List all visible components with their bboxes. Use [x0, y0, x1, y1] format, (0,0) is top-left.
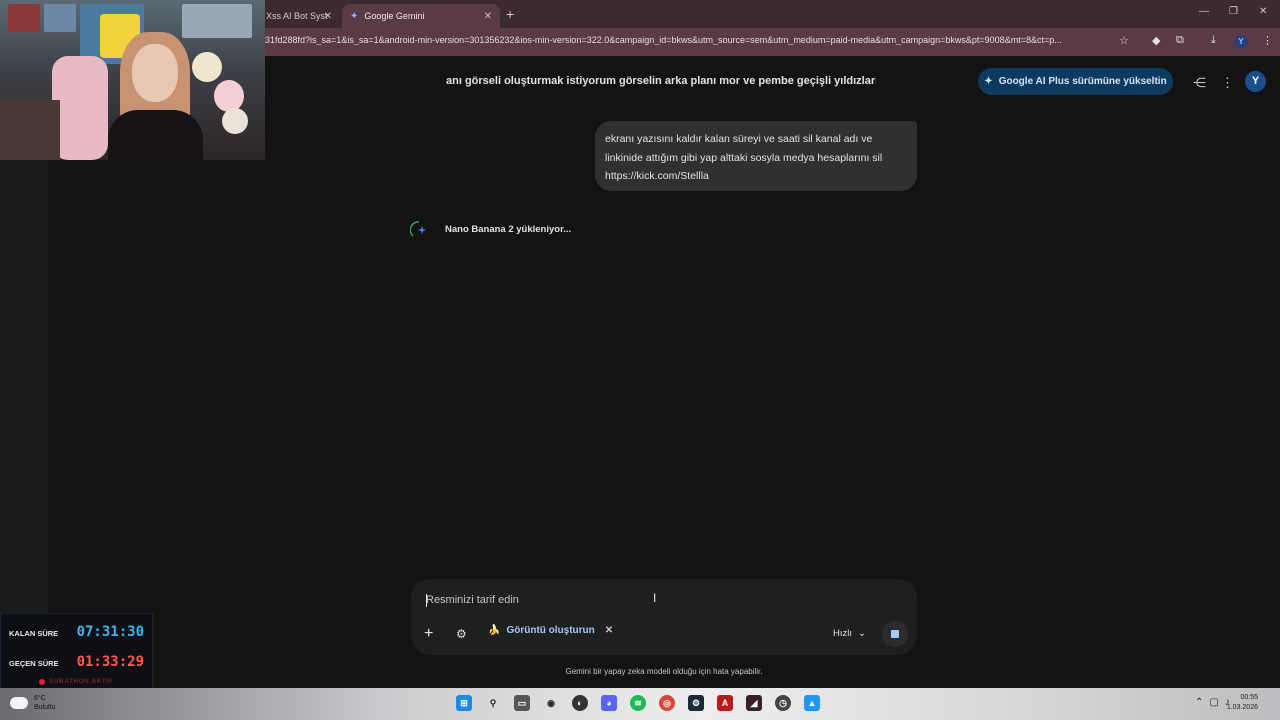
obs-icon[interactable]: ◉ — [543, 695, 559, 711]
upgrade-button[interactable]: ✦ Google AI Plus sürümüne yükseltin — [978, 68, 1173, 95]
system-clock[interactable]: 00:55 1.03.2026 — [1227, 693, 1258, 713]
chip-label: Görüntü oluşturun — [506, 625, 595, 636]
spotify-icon[interactable]: ≋ — [630, 695, 646, 711]
minimize-icon[interactable]: — — [1199, 6, 1209, 17]
discord-icon[interactable]: ◕ — [601, 695, 617, 711]
app-icon[interactable]: ◷ — [775, 695, 791, 711]
live-dot-icon — [39, 679, 45, 685]
capcut-icon[interactable]: ◢ — [746, 695, 762, 711]
chevron-up-icon[interactable]: ⌃ — [1195, 697, 1203, 708]
remove-chip-icon[interactable]: ✕ — [605, 625, 613, 636]
weather-widget[interactable]: 6°C Bulutlu — [10, 694, 55, 712]
cloud-icon — [10, 697, 28, 709]
account-avatar[interactable]: Y — [1245, 71, 1266, 92]
subathon-status: SUBATHON AKTİF — [49, 678, 114, 685]
photos-icon[interactable]: ▲ — [804, 695, 820, 711]
tab-xss-ai-bot[interactable]: Xss AI Bot Syst ✕ — [258, 4, 340, 28]
desk-decor — [0, 100, 60, 160]
user-message-bubble: ekranı yazısını kaldır kalan süreyi ve s… — [595, 121, 917, 191]
windows-taskbar: 6°C Bulutlu ⊞ ⚲ ▭ ◉ ◐ ◕ ≋ ◎ ⚙ A ◢ ◷ ▲ ⌃ … — [0, 688, 1280, 720]
disclaimer-text: Gemini bir yapay zeka modeli olduğu için… — [565, 667, 763, 676]
bookmark-star-icon[interactable]: ☆ — [1119, 34, 1129, 47]
acrobat-icon[interactable]: A — [717, 695, 733, 711]
display-icon[interactable]: ▢ — [1209, 697, 1218, 708]
close-window-icon[interactable]: ✕ — [1259, 6, 1267, 17]
app-icon[interactable]: ◐ — [572, 695, 588, 711]
tab-google-gemini[interactable]: ✦ Google Gemini ✕ — [342, 4, 500, 28]
model-selector[interactable]: Hızlı ⌄ — [833, 628, 866, 639]
person-body — [108, 110, 203, 160]
remaining-value: 07:31:30 — [76, 624, 144, 640]
text-caret — [426, 594, 427, 607]
address-bar[interactable]: 31fd288fd?is_sa=1&is_sa=1&android-min-ve… — [265, 35, 1110, 45]
sidebar-strip — [0, 160, 48, 615]
person-face — [132, 44, 178, 102]
browser-profile-avatar[interactable]: Y — [1234, 35, 1248, 49]
tools-sliders-icon[interactable]: ⚙ — [456, 627, 467, 641]
webcam-overlay — [0, 0, 265, 160]
clock-date: 1.03.2026 — [1226, 704, 1258, 711]
loading-status-text: Nano Banana 2 yükleniyor... — [445, 224, 572, 235]
more-options-icon[interactable]: ⋮ — [1221, 75, 1234, 91]
prompt-input-box[interactable] — [411, 579, 917, 655]
stop-square-icon — [891, 630, 899, 638]
stop-generation-button[interactable] — [882, 621, 908, 647]
tab-label: Google Gemini — [364, 11, 425, 21]
plush-decor — [214, 80, 244, 112]
weather-desc: Bulutlu — [34, 704, 56, 711]
plush-decor — [192, 52, 222, 82]
restore-icon[interactable]: ❐ — [1229, 6, 1238, 17]
close-tab-icon[interactable]: ✕ — [324, 11, 332, 22]
banana-icon: 🍌 — [488, 625, 501, 636]
extension-diamond-icon[interactable]: ◆ — [1152, 34, 1160, 47]
poster-decor — [182, 4, 252, 38]
poster-decor — [8, 4, 40, 32]
mouse-ibeam-cursor-icon: I — [653, 591, 657, 605]
tab-label: Xss AI Bot Syst — [266, 11, 328, 21]
poster-decor — [44, 4, 76, 32]
image-generation-chip[interactable]: 🍌 Görüntü oluşturun ✕ — [488, 625, 613, 636]
system-tray: ⌃ ▢ ♪ — [1195, 697, 1230, 708]
elapsed-value: 01:33:29 — [76, 654, 144, 670]
prompt-input[interactable]: Resminizi tarif edin — [426, 594, 519, 606]
chevron-down-icon: ⌄ — [858, 628, 866, 639]
browser-menu-icon[interactable]: ⋮ — [1262, 34, 1273, 47]
gemini-loading-spinner-icon — [410, 221, 426, 237]
steam-icon[interactable]: ⚙ — [688, 695, 704, 711]
chair — [52, 56, 108, 160]
share-icon[interactable]: ⋲ — [1193, 75, 1206, 91]
extensions-puzzle-icon[interactable]: ⧉ — [1176, 34, 1184, 47]
add-attachment-button[interactable]: + — [424, 625, 433, 643]
plush-decor — [222, 108, 248, 134]
new-tab-plus-icon[interactable]: + — [506, 6, 514, 22]
sparkle-icon: ✦ — [984, 76, 993, 87]
taskbar-apps: ⊞ ⚲ ▭ ◉ ◐ ◕ ≋ ◎ ⚙ A ◢ ◷ ▲ — [456, 695, 820, 711]
download-icon[interactable]: ⤓ — [1211, 34, 1216, 47]
close-tab-icon[interactable]: ✕ — [484, 11, 492, 22]
chrome-icon[interactable]: ◎ — [659, 695, 675, 711]
weather-temp: 6°C — [34, 695, 46, 702]
gemini-sparkle-icon: ✦ — [350, 10, 359, 22]
clock-time: 00:55 — [1240, 694, 1258, 701]
windows-start-icon[interactable]: ⊞ — [456, 695, 472, 711]
upgrade-label: Google AI Plus sürümüne yükseltin — [998, 76, 1167, 87]
stream-timer-widget: KALAN SÜRE 07:31:30 GEÇEN SÜRE 01:33:29 … — [0, 613, 153, 692]
elapsed-label: GEÇEN SÜRE — [9, 659, 59, 668]
chat-title: anı görseli oluşturmak istiyorum görseli… — [446, 75, 876, 87]
model-label: Hızlı — [833, 628, 852, 639]
search-icon[interactable]: ⚲ — [485, 695, 501, 711]
remaining-label: KALAN SÜRE — [9, 629, 59, 638]
task-view-icon[interactable]: ▭ — [514, 695, 530, 711]
